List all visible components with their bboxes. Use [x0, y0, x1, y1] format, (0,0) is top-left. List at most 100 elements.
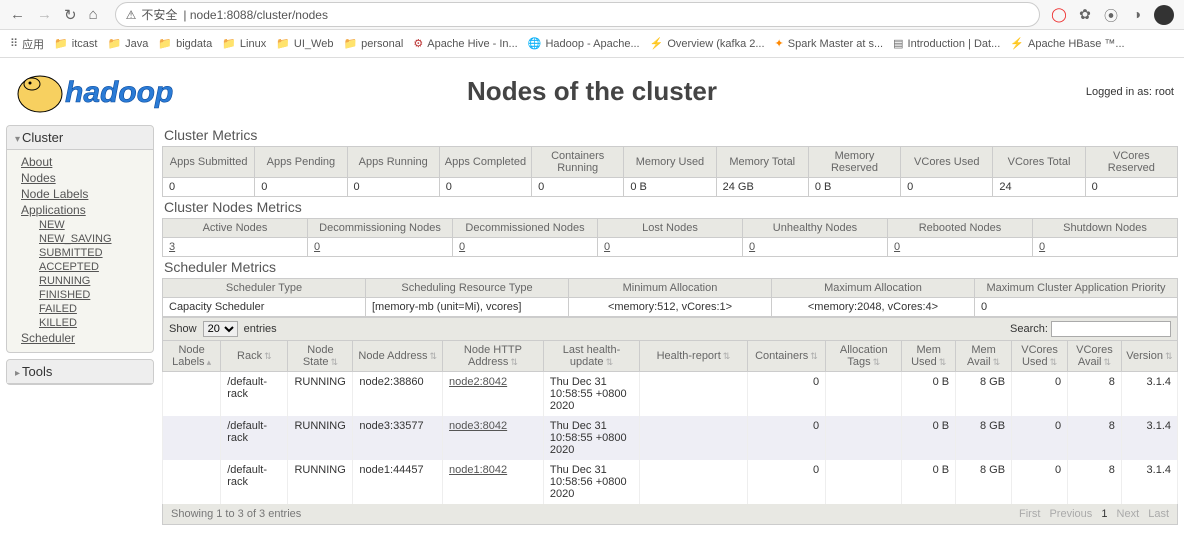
- apps-button[interactable]: ⠿应用: [10, 36, 44, 52]
- bookmark-folder[interactable]: 📁bigdata: [158, 37, 212, 50]
- th-alloc[interactable]: Allocation Tags⇅: [826, 341, 902, 372]
- forward-button[interactable]: →: [37, 6, 52, 23]
- sidebar-link-app-submitted[interactable]: SUBMITTED: [39, 246, 145, 260]
- sidebar-tools-head[interactable]: Tools: [7, 360, 153, 384]
- bookmark-folder[interactable]: 📁Java: [107, 37, 148, 50]
- th-rack[interactable]: Rack⇅: [221, 341, 288, 372]
- sm-val: <memory:512, vCores:1>: [569, 298, 772, 317]
- th-health[interactable]: Health-report⇅: [640, 341, 748, 372]
- reload-button[interactable]: ↻: [64, 6, 77, 24]
- th-memavail[interactable]: Mem Avail⇅: [956, 341, 1012, 372]
- cm-head: Memory Used: [624, 147, 716, 178]
- sidebar-link-nodelabels[interactable]: Node Labels: [21, 186, 145, 202]
- extension-icon[interactable]: ✿: [1076, 6, 1094, 24]
- cn-head: Decommissioned Nodes: [453, 219, 598, 238]
- search-input[interactable]: [1051, 321, 1171, 337]
- sidebar-link-app-newsaving[interactable]: NEW_SAVING: [39, 232, 145, 246]
- th-http[interactable]: Node HTTP Address⇅: [443, 341, 544, 372]
- page-first[interactable]: First: [1019, 508, 1040, 520]
- cell-version: 3.1.4: [1121, 460, 1177, 504]
- cell-addr: node2:38860: [353, 372, 443, 417]
- cn-head: Unhealthy Nodes: [743, 219, 888, 238]
- cell-state: RUNNING: [288, 372, 353, 417]
- th-version[interactable]: Version⇅: [1121, 341, 1177, 372]
- cell-update: Thu Dec 31 10:58:56 +0800 2020: [543, 460, 639, 504]
- sm-head: Minimum Allocation: [569, 279, 772, 298]
- th-addr[interactable]: Node Address⇅: [353, 341, 443, 372]
- sidebar-cluster-head[interactable]: Cluster: [7, 126, 153, 150]
- page-size-select[interactable]: 20: [203, 321, 238, 337]
- cell-alloc: [826, 460, 902, 504]
- bookmark-link[interactable]: ▤Introduction | Dat...: [893, 37, 1000, 50]
- shutdown-nodes-link[interactable]: 0: [1033, 238, 1178, 257]
- sidebar-link-app-new[interactable]: NEW: [39, 218, 145, 232]
- sidebar-link-app-killed[interactable]: KILLED: [39, 316, 145, 330]
- cm-head: VCores Total: [993, 147, 1085, 178]
- cell-http: node2:8042: [443, 372, 544, 417]
- sidebar-link-about[interactable]: About: [21, 154, 145, 170]
- th-vcused[interactable]: VCores Used⇅: [1012, 341, 1068, 372]
- cm-head: Apps Submitted: [163, 147, 255, 178]
- node-http-link[interactable]: node3:8042: [449, 420, 507, 432]
- sidebar-link-applications[interactable]: Applications: [21, 202, 145, 218]
- th-vcavail[interactable]: VCores Avail⇅: [1068, 341, 1122, 372]
- page-prev[interactable]: Previous: [1049, 508, 1092, 520]
- active-nodes-link[interactable]: 3: [163, 238, 308, 257]
- sm-head: Scheduler Type: [163, 279, 366, 298]
- extension-icon-3[interactable]: ◑: [1128, 6, 1146, 24]
- bookmarks-bar: ⠿应用 📁itcast 📁Java 📁bigdata 📁Linux 📁UI_We…: [0, 30, 1184, 58]
- th-memused[interactable]: Mem Used⇅: [902, 341, 956, 372]
- bookmark-folder[interactable]: 📁UI_Web: [276, 37, 333, 50]
- node-http-link[interactable]: node2:8042: [449, 376, 507, 388]
- profile-avatar[interactable]: [1154, 5, 1174, 25]
- bookmark-link[interactable]: ⚡Apache HBase ™...: [1010, 37, 1124, 50]
- hadoop-logo: hadoop: [10, 64, 250, 119]
- bookmark-link[interactable]: ⚡Overview (kafka 2...: [650, 37, 765, 50]
- cell-vcused: 0: [1012, 416, 1068, 460]
- back-button[interactable]: ←: [10, 6, 25, 23]
- decommed-nodes-link[interactable]: 0: [453, 238, 598, 257]
- sidebar-link-app-accepted[interactable]: ACCEPTED: [39, 260, 145, 274]
- bookmark-link[interactable]: ⚙Apache Hive - In...: [413, 37, 517, 50]
- sidebar-link-nodes[interactable]: Nodes: [21, 170, 145, 186]
- scheduler-metrics-table: Scheduler Type Scheduling Resource Type …: [162, 278, 1178, 317]
- cell-alloc: [826, 416, 902, 460]
- unhealthy-nodes-link[interactable]: 0: [743, 238, 888, 257]
- node-http-link[interactable]: node1:8042: [449, 464, 507, 476]
- cell-memused: 0 B: [902, 416, 956, 460]
- lost-nodes-link[interactable]: 0: [598, 238, 743, 257]
- sidebar-link-app-running[interactable]: RUNNING: [39, 274, 145, 288]
- page-next[interactable]: Next: [1117, 508, 1140, 520]
- th-state[interactable]: Node State⇅: [288, 341, 353, 372]
- cell-health: [640, 460, 748, 504]
- cell-memavail: 8 GB: [956, 460, 1012, 504]
- cell-http: node1:8042: [443, 460, 544, 504]
- th-containers[interactable]: Containers⇅: [747, 341, 825, 372]
- sidebar: Cluster About Nodes Node Labels Applicat…: [6, 125, 154, 525]
- cell-memused: 0 B: [902, 460, 956, 504]
- bookmark-folder[interactable]: 📁personal: [343, 37, 403, 50]
- bookmark-folder[interactable]: 📁itcast: [54, 37, 97, 50]
- url-text: node1:8088/cluster/nodes: [190, 8, 328, 22]
- th-labels[interactable]: Node Labels▴: [163, 341, 221, 372]
- bookmark-link[interactable]: ✦Spark Master at s...: [775, 37, 884, 50]
- bookmark-folder[interactable]: 📁Linux: [222, 37, 266, 50]
- sidebar-link-app-failed[interactable]: FAILED: [39, 302, 145, 316]
- address-bar[interactable]: ⚠ 不安全 | node1:8088/cluster/nodes: [115, 2, 1040, 27]
- sidebar-link-app-finished[interactable]: FINISHED: [39, 288, 145, 302]
- opera-icon[interactable]: ◯: [1050, 6, 1068, 24]
- cm-head: VCores Used: [901, 147, 993, 178]
- page-1[interactable]: 1: [1101, 508, 1107, 520]
- datatable-footer: Showing 1 to 3 of 3 entries First Previo…: [162, 504, 1178, 525]
- th-update[interactable]: Last health-update⇅: [543, 341, 639, 372]
- cm-head: Memory Reserved: [808, 147, 900, 178]
- page-last[interactable]: Last: [1148, 508, 1169, 520]
- rebooted-nodes-link[interactable]: 0: [888, 238, 1033, 257]
- home-button[interactable]: ⌂: [89, 6, 98, 23]
- extension-icon-2[interactable]: ⦿: [1102, 6, 1120, 24]
- table-row: /default-rackRUNNINGnode1:44457node1:804…: [163, 460, 1178, 504]
- decomm-nodes-link[interactable]: 0: [308, 238, 453, 257]
- sidebar-link-scheduler[interactable]: Scheduler: [21, 330, 145, 346]
- section-cluster-metrics: Cluster Metrics: [164, 127, 1178, 143]
- bookmark-link[interactable]: 🌐Hadoop - Apache...: [528, 37, 640, 50]
